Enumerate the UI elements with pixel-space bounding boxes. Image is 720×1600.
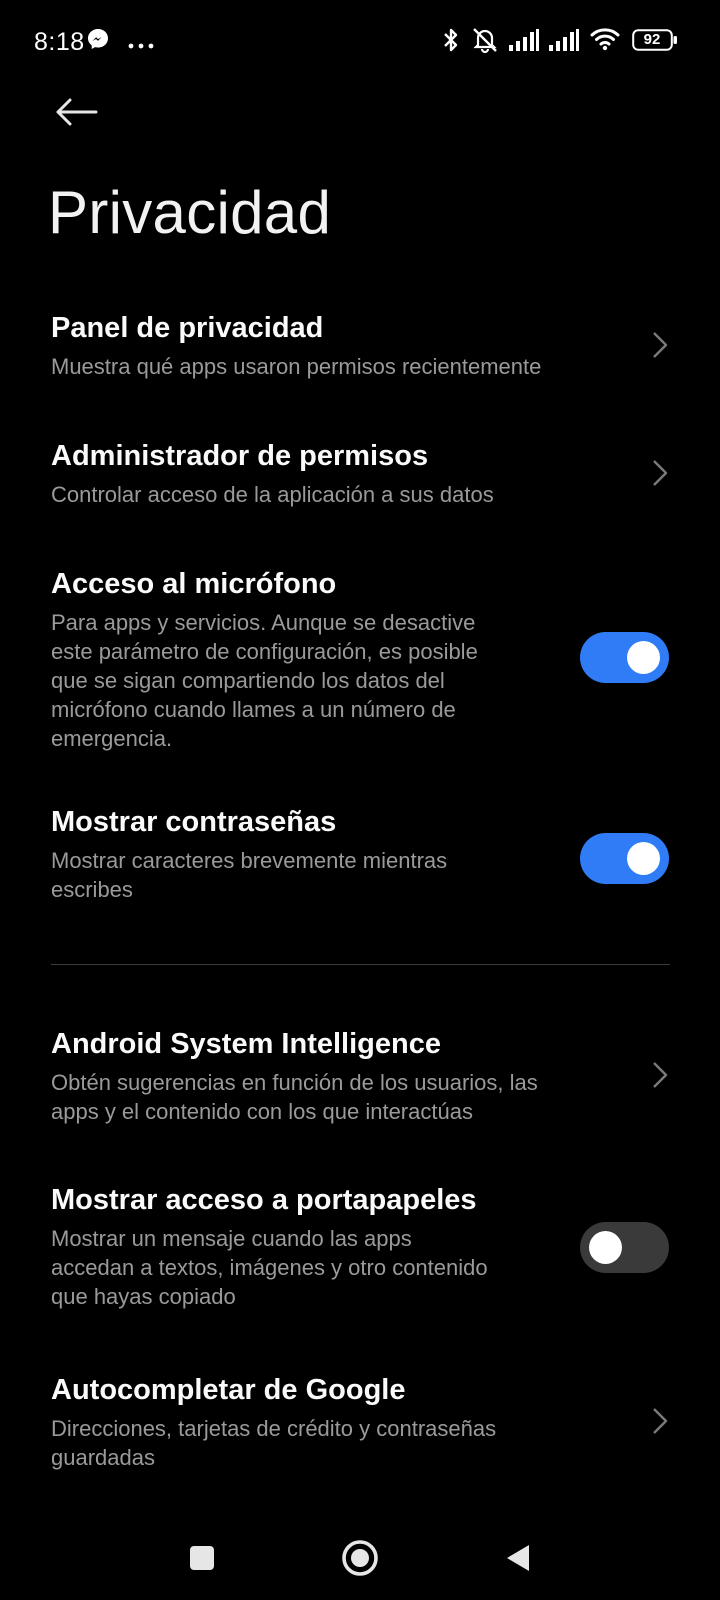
more-dots-icon bbox=[128, 36, 154, 54]
setting-title: Autocompletar de Google bbox=[51, 1374, 406, 1406]
setting-title: Mostrar contraseñas bbox=[51, 806, 337, 838]
setting-subtitle: Muestra qué apps usaron permisos recient… bbox=[51, 354, 542, 379]
wifi-icon bbox=[590, 27, 620, 56]
page-title: Privacidad bbox=[48, 179, 332, 246]
subtitle-line: Mostrar caracteres brevemente mientras bbox=[51, 848, 448, 873]
setting-subtitle: Controlar acceso de la aplicación a sus … bbox=[51, 482, 494, 507]
show-passwords-toggle[interactable] bbox=[580, 833, 669, 884]
battery-level: 92 bbox=[643, 31, 661, 48]
status-bar: 8:18 92 bbox=[0, 0, 720, 82]
home-circle-icon bbox=[341, 1539, 379, 1582]
setting-subtitle: Mostrar un mensaje cuando las apps acced… bbox=[51, 1224, 488, 1311]
setting-android-system-intelligence[interactable]: Android System Intelligence Obtén sugere… bbox=[0, 1016, 720, 1136]
setting-title: Android System Intelligence bbox=[51, 1028, 441, 1060]
subtitle-line: accedan a textos, imágenes y otro conten… bbox=[51, 1255, 488, 1280]
silent-icon bbox=[470, 25, 500, 60]
setting-show-passwords[interactable]: Mostrar contraseñas Mostrar caracteres b… bbox=[0, 794, 720, 924]
signal-icon bbox=[508, 28, 540, 57]
subtitle-line: Obtén sugerencias en función de los usua… bbox=[51, 1070, 538, 1095]
subtitle-line: este parámetro de configuración, es posi… bbox=[51, 639, 478, 664]
subtitle-line: que hayas copiado bbox=[51, 1284, 236, 1309]
recents-square-icon bbox=[189, 1545, 215, 1576]
setting-title: Acceso al micrófono bbox=[51, 568, 337, 600]
nav-back-button[interactable] bbox=[494, 1534, 542, 1586]
back-triangle-icon bbox=[504, 1543, 532, 1578]
signal-icon bbox=[548, 28, 580, 57]
subtitle-line: emergencia. bbox=[51, 726, 173, 751]
setting-title: Administrador de permisos bbox=[51, 440, 429, 472]
setting-microphone-access[interactable]: Acceso al micrófono Para apps y servicio… bbox=[0, 556, 720, 756]
setting-privacy-dashboard[interactable]: Panel de privacidad Muestra qué apps usa… bbox=[0, 300, 720, 400]
chevron-right-icon bbox=[650, 1060, 670, 1090]
setting-title: Panel de privacidad bbox=[51, 312, 324, 344]
subtitle-line: Para apps y servicios. Aunque se desacti… bbox=[51, 610, 476, 635]
home-button[interactable] bbox=[334, 1534, 386, 1586]
system-nav-bar bbox=[0, 1520, 720, 1600]
setting-permission-manager[interactable]: Administrador de permisos Controlar acce… bbox=[0, 428, 720, 528]
setting-clipboard-access[interactable]: Mostrar acceso a portapapeles Mostrar un… bbox=[0, 1172, 720, 1322]
subtitle-line: escribes bbox=[51, 877, 133, 902]
toggle-knob bbox=[627, 641, 660, 674]
back-button[interactable] bbox=[44, 86, 108, 142]
subtitle-line: que se sigan compartiendo los datos del bbox=[51, 668, 445, 693]
chevron-right-icon bbox=[650, 330, 670, 360]
subtitle-line: Direcciones, tarjetas de crédito y contr… bbox=[51, 1416, 497, 1441]
setting-google-autofill[interactable]: Autocompletar de Google Direcciones, tar… bbox=[0, 1362, 720, 1482]
chevron-right-icon bbox=[650, 1406, 670, 1436]
bluetooth-icon bbox=[441, 26, 461, 59]
clipboard-access-toggle[interactable] bbox=[580, 1222, 669, 1273]
recents-button[interactable] bbox=[178, 1536, 226, 1584]
back-arrow-icon bbox=[54, 97, 98, 132]
subtitle-line: apps y el contenido con los que interact… bbox=[51, 1099, 473, 1124]
setting-subtitle: Mostrar caracteres brevemente mientras e… bbox=[51, 846, 447, 904]
section-divider bbox=[51, 964, 670, 965]
setting-subtitle: Para apps y servicios. Aunque se desacti… bbox=[51, 608, 478, 753]
messenger-icon bbox=[86, 27, 110, 56]
subtitle-line: Mostrar un mensaje cuando las apps bbox=[51, 1226, 412, 1251]
subtitle-line: guardadas bbox=[51, 1445, 155, 1470]
toggle-knob bbox=[589, 1231, 622, 1264]
setting-subtitle: Direcciones, tarjetas de crédito y contr… bbox=[51, 1414, 496, 1472]
toggle-knob bbox=[627, 842, 660, 875]
subtitle-line: micrófono cuando llames a un número de bbox=[51, 697, 456, 722]
microphone-access-toggle[interactable] bbox=[580, 632, 669, 683]
status-time: 8:18 bbox=[34, 28, 85, 56]
setting-subtitle: Obtén sugerencias en función de los usua… bbox=[51, 1068, 538, 1126]
setting-title: Mostrar acceso a portapapeles bbox=[51, 1184, 477, 1216]
chevron-right-icon bbox=[650, 458, 670, 488]
